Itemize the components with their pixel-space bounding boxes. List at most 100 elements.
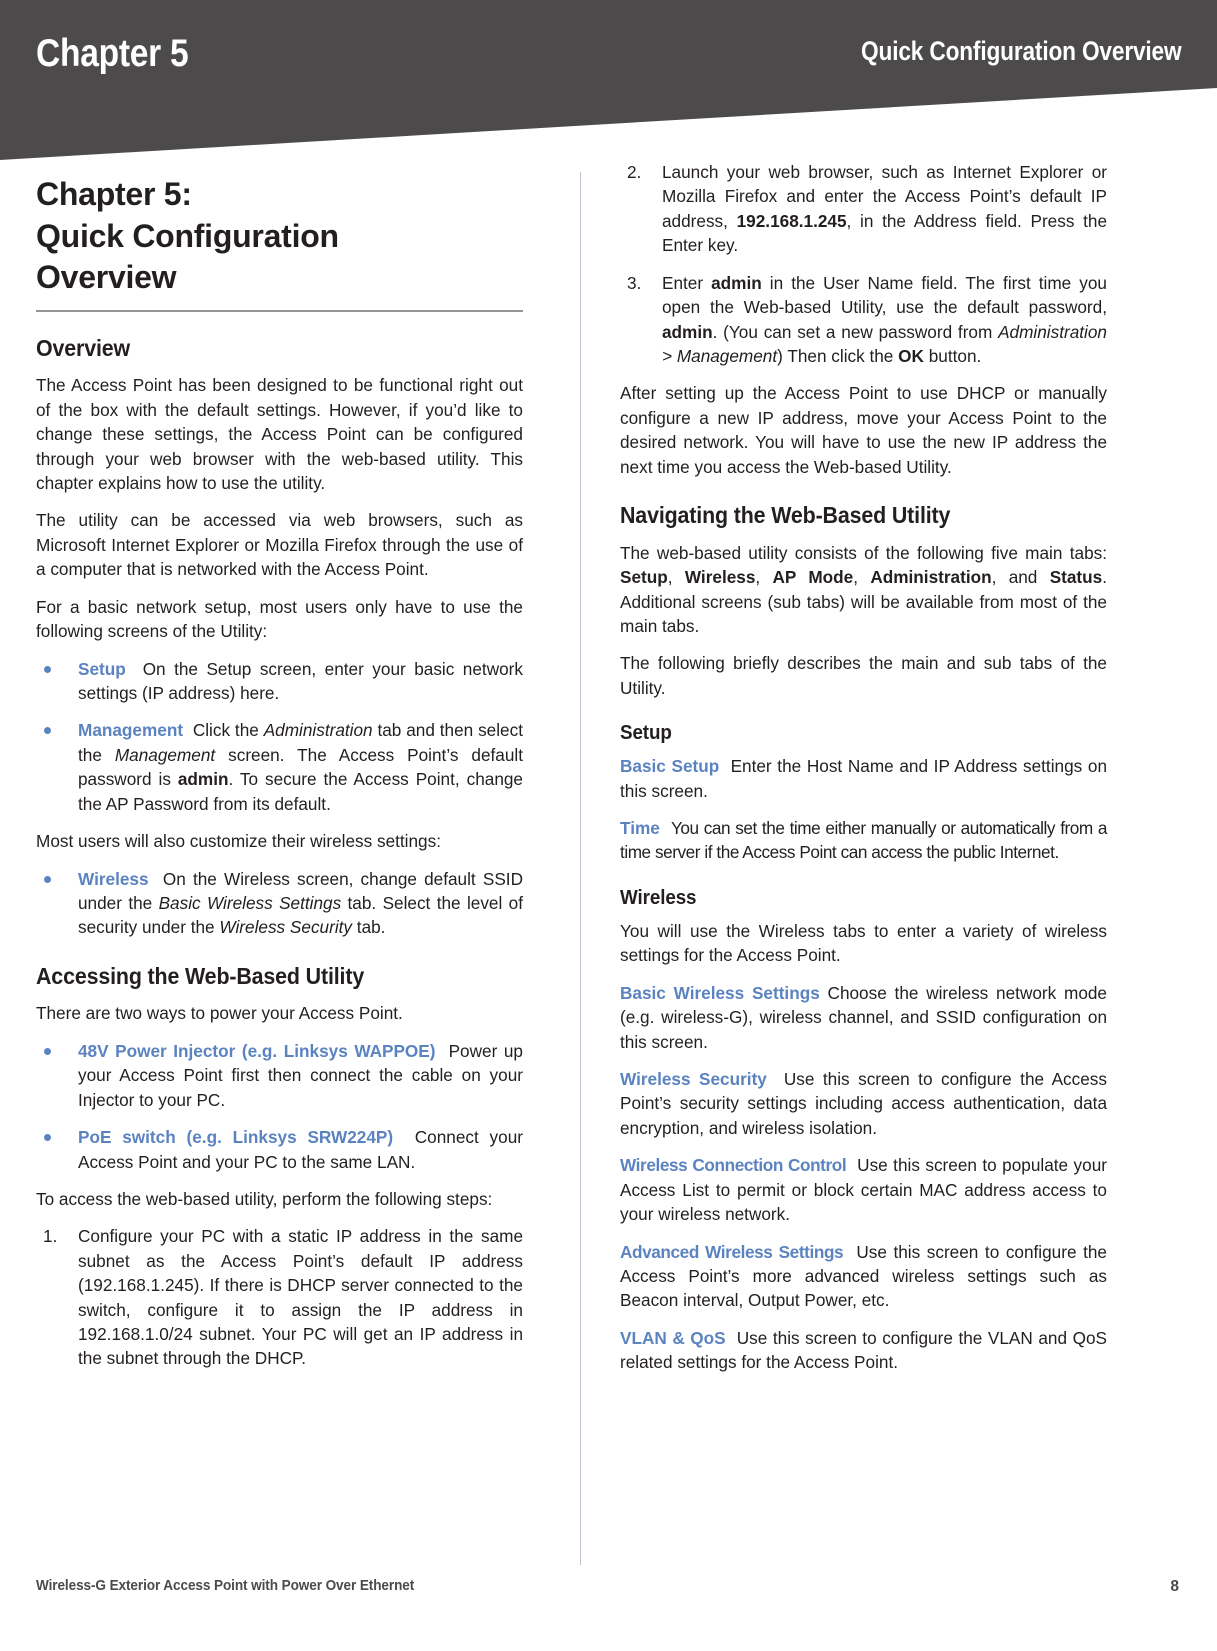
step-text-3c: . (You can set a new password from xyxy=(712,321,999,342)
wireless-paragraph-1: You will use the Wireless tabs to enter … xyxy=(620,920,1107,966)
step-italic-administration: Administration xyxy=(998,321,1107,342)
bullet-italic-administration: Administration xyxy=(263,720,373,741)
header-chapter-label: Chapter 5 xyxy=(36,32,189,75)
accessing-paragraph-1: There are two ways to power your Access … xyxy=(36,1003,403,1024)
right-column: 2. Launch your web browser, such as Inte… xyxy=(620,160,1107,1388)
nav-text-5: , and xyxy=(991,567,1050,588)
nav-text-3: , xyxy=(755,567,773,588)
header-section-title: Quick Configuration Overview xyxy=(860,36,1182,66)
bullet-dot-icon xyxy=(44,727,51,735)
step-text-3a: Enter xyxy=(662,272,712,293)
after-setup-paragraph: After setting up the Access Point to use… xyxy=(620,383,1107,477)
access-steps-list-part2: 2. Launch your web browser, such as Inte… xyxy=(620,160,1107,368)
page-body: Chapter 5: Quick Configuration Overview … xyxy=(0,160,1217,1580)
bullet-bold-admin: admin xyxy=(177,769,229,790)
nav-bold-wireless: Wireless xyxy=(684,567,756,588)
bullet-label-wireless: Wireless xyxy=(78,868,149,889)
step-bold-ok: OK xyxy=(898,345,924,366)
step-bold-admin-pass: admin xyxy=(662,321,713,342)
accessing-paragraph-2: To access the web-based utility, perform… xyxy=(36,1188,493,1209)
list-item: Wireless On the Wireless screen, change … xyxy=(36,867,523,940)
bullet-label-setup: Setup xyxy=(78,658,126,679)
footer-page-number: 8 xyxy=(1170,1578,1179,1595)
step-text-3d: ) Then click the xyxy=(777,345,899,366)
bullet-text-management-1: Click the xyxy=(192,720,264,741)
footer-product-name: Wireless-G Exterior Access Point with Po… xyxy=(36,1578,415,1594)
bullet-dot-icon xyxy=(44,1134,51,1142)
wireless-screens-list: Wireless On the Wireless screen, change … xyxy=(36,867,523,940)
advanced-wireless-settings-paragraph: Advanced Wireless Settings Use this scre… xyxy=(620,1240,1107,1313)
list-item: 1. Configure your PC with a static IP ad… xyxy=(36,1224,523,1371)
list-item: PoE switch (e.g. Linksys SRW224P) Connec… xyxy=(36,1125,523,1174)
bullet-italic-management: Management xyxy=(114,744,216,765)
title-rule xyxy=(36,309,523,312)
label-vlan-qos: VLAN & QoS xyxy=(620,1327,726,1348)
nav-bold-setup: Setup xyxy=(620,567,668,588)
label-wireless-security: Wireless Security xyxy=(620,1068,767,1089)
list-item: 3. Enter admin in the User Name field. T… xyxy=(620,271,1107,369)
text-time: You can set the time either manually or … xyxy=(620,818,1107,863)
overview-paragraph-3: For a basic network setup, most users on… xyxy=(36,596,523,642)
bullet-label-power-injector: 48V Power Injector (e.g. Linksys WAPPOE) xyxy=(78,1040,436,1061)
basic-screens-list: Setup On the Setup screen, enter your ba… xyxy=(36,657,523,817)
page-title-line-2: Quick Configuration xyxy=(36,217,339,254)
nav-bold-ap-mode: AP Mode xyxy=(772,567,854,588)
bullet-dot-icon xyxy=(44,665,51,673)
bullet-label-management: Management xyxy=(78,720,184,741)
step-bold-admin-user: admin xyxy=(711,272,762,293)
step-number-1: 1. xyxy=(43,1226,58,1247)
wireless-security-paragraph: Wireless Security Use this screen to con… xyxy=(620,1067,1107,1140)
basic-wireless-settings-paragraph: Basic Wireless Settings Choose the wirel… xyxy=(620,981,1107,1054)
wireless-intro-paragraph: Most users will also customize their wir… xyxy=(36,831,441,852)
heading-wireless: Wireless xyxy=(620,886,697,909)
left-column: Chapter 5: Quick Configuration Overview … xyxy=(36,160,523,1384)
bullet-text-wireless-3: tab. xyxy=(352,917,386,938)
bullet-label-poe-switch: PoE switch (e.g. Linksys SRW224P) xyxy=(78,1127,394,1148)
heading-navigating-web-based-utility: Navigating the Web-Based Utility xyxy=(620,502,951,529)
list-item: 2. Launch your web browser, such as Inte… xyxy=(620,160,1107,258)
navigating-paragraph-2: The following briefly describes the main… xyxy=(620,653,1107,698)
step-bold-ip-address: 192.168.1.245 xyxy=(736,210,847,231)
step-italic-management: Management xyxy=(676,345,778,366)
step-number-2: 2. xyxy=(627,162,642,182)
overview-paragraph-1: The Access Point has been designed to be… xyxy=(36,375,523,494)
time-paragraph: Time You can set the time either manuall… xyxy=(620,816,1107,865)
step-italic-gt: > xyxy=(662,345,677,366)
page-title: Chapter 5: Quick Configuration Overview xyxy=(36,174,523,299)
list-item: Management Click the Administration tab … xyxy=(36,718,523,816)
bullet-italic-basic-wireless-settings: Basic Wireless Settings xyxy=(158,892,342,913)
label-advanced-wireless-settings: Advanced Wireless Settings xyxy=(620,1241,844,1262)
list-item: 48V Power Injector (e.g. Linksys WAPPOE)… xyxy=(36,1039,523,1112)
label-basic-wireless-settings: Basic Wireless Settings xyxy=(620,982,820,1003)
page-footer: Wireless-G Exterior Access Point with Po… xyxy=(0,1578,1217,1618)
bullet-text-setup: On the Setup screen, enter your basic ne… xyxy=(78,658,523,704)
column-divider xyxy=(580,172,581,1565)
heading-overview: Overview xyxy=(36,334,131,361)
wireless-connection-control-paragraph: Wireless Connection Control Use this scr… xyxy=(620,1153,1107,1226)
vlan-qos-paragraph: VLAN & QoS Use this screen to configure … xyxy=(620,1326,1107,1375)
nav-text-2: , xyxy=(667,567,685,588)
bullet-dot-icon xyxy=(44,875,51,883)
heading-accessing-web-based-utility: Accessing the Web-Based Utility xyxy=(36,962,365,989)
bullet-dot-icon xyxy=(44,1047,51,1055)
step-text-1: Configure your PC with a static IP addre… xyxy=(78,1226,523,1369)
overview-paragraph-2: The utility can be accessed via web brow… xyxy=(36,510,523,580)
power-options-list: 48V Power Injector (e.g. Linksys WAPPOE)… xyxy=(36,1039,523,1174)
page-title-line-1: Chapter 5: xyxy=(36,176,192,212)
nav-bold-status: Status xyxy=(1049,567,1103,588)
nav-text-4: , xyxy=(853,567,871,588)
basic-setup-paragraph: Basic Setup Enter the Host Name and IP A… xyxy=(620,754,1107,803)
label-basic-setup: Basic Setup xyxy=(620,756,720,777)
label-time: Time xyxy=(620,818,660,839)
step-number-3: 3. xyxy=(627,272,642,293)
nav-bold-administration: Administration xyxy=(870,567,992,588)
nav-text-1: The web-based utility consists of the fo… xyxy=(620,542,1107,563)
navigating-paragraph-1: The web-based utility consists of the fo… xyxy=(620,541,1107,639)
access-steps-list-part1: 1. Configure your PC with a static IP ad… xyxy=(36,1224,523,1371)
label-wireless-connection-control: Wireless Connection Control xyxy=(620,1155,847,1176)
page-header-banner xyxy=(0,0,1217,160)
bullet-italic-wireless-security: Wireless Security xyxy=(219,917,353,938)
page-title-line-3: Overview xyxy=(36,259,177,296)
step-text-3e: button. xyxy=(923,345,982,366)
list-item: Setup On the Setup screen, enter your ba… xyxy=(36,657,523,706)
